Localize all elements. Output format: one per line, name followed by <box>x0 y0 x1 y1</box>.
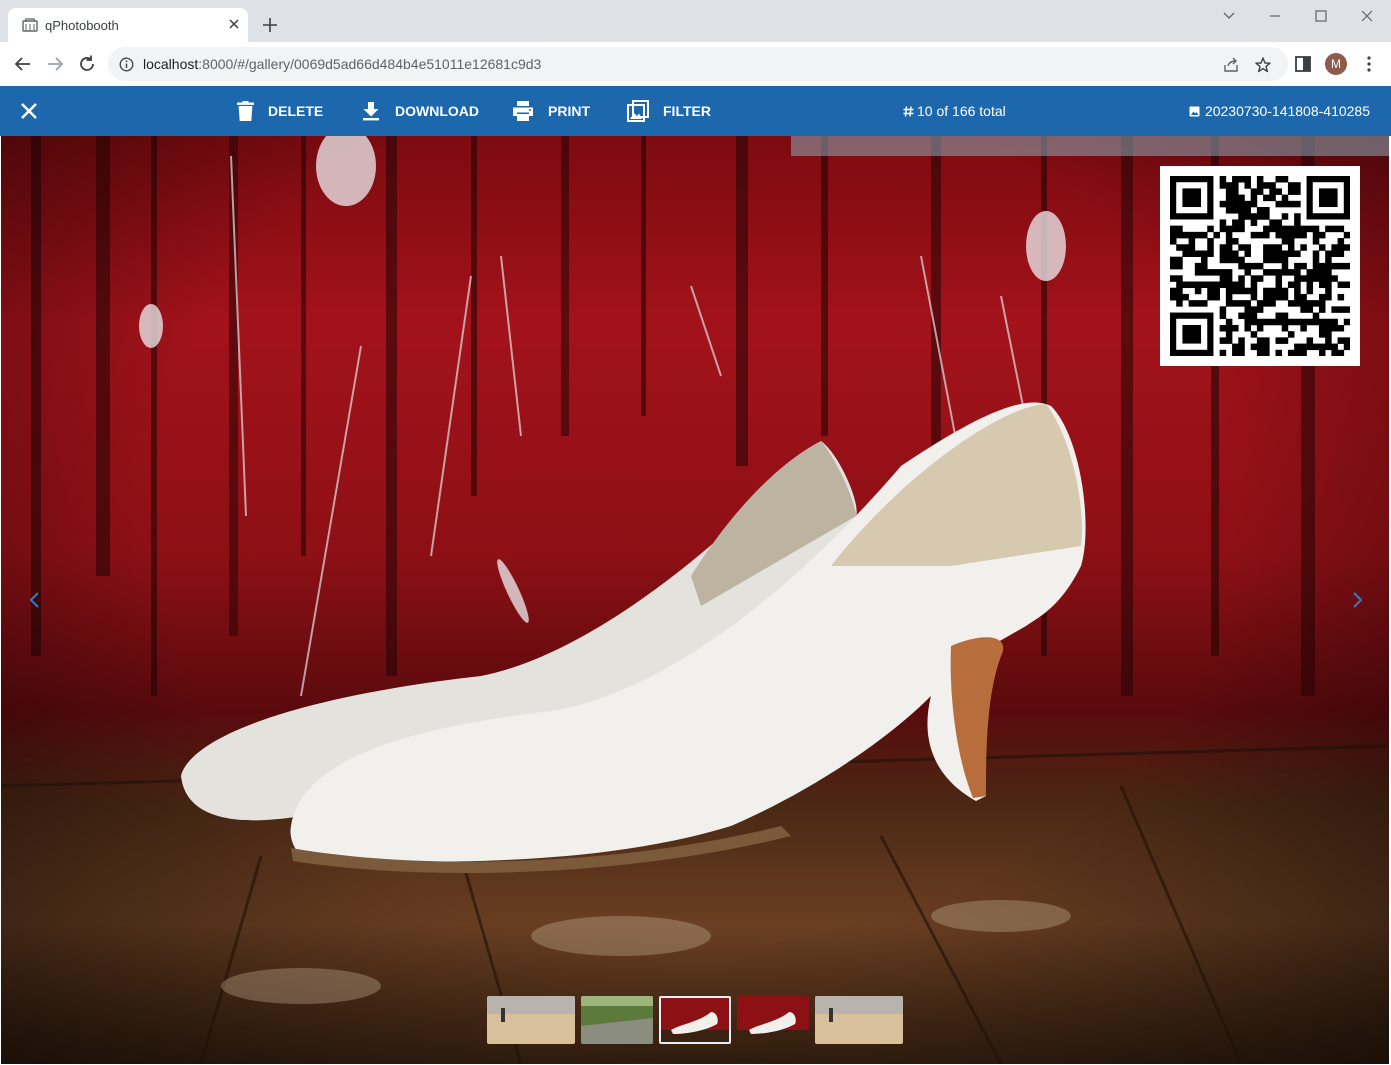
next-image-chevron-icon[interactable] <box>1349 589 1365 611</box>
thumbnail-item-active[interactable] <box>659 996 731 1044</box>
filename-text: 20230730-141808-410285 <box>1204 103 1370 119</box>
previous-image-chevron-icon[interactable] <box>27 589 43 611</box>
hash-icon <box>903 105 914 117</box>
print-label: PRINT <box>548 103 590 119</box>
tab-close-icon[interactable] <box>226 16 242 32</box>
printer-icon <box>513 101 533 121</box>
qr-code[interactable] <box>1160 166 1360 366</box>
photobooth-favicon-icon <box>22 18 38 32</box>
reload-icon[interactable] <box>76 53 98 75</box>
thumbnail-image <box>487 996 575 1044</box>
side-panel-icon[interactable] <box>1293 54 1313 74</box>
download-label: DOWNLOAD <box>395 103 479 119</box>
browser-toolbar: localhost:8000/#/gallery/0069d5ad66d484b… <box>0 42 1391 86</box>
delete-button[interactable]: DELETE <box>237 86 323 136</box>
forward-arrow-icon[interactable] <box>44 53 66 75</box>
back-arrow-icon[interactable] <box>12 53 34 75</box>
tab-search-chevron-icon[interactable] <box>1216 6 1242 26</box>
filter-label: FILTER <box>663 103 711 119</box>
maximize-icon[interactable] <box>1308 6 1334 26</box>
thumbnail-item[interactable] <box>581 996 653 1044</box>
browser-menu-icon[interactable] <box>1359 54 1379 74</box>
qr-pattern <box>1170 176 1350 356</box>
url-path: :8000/#/gallery/0069d5ad66d484b4e51011e1… <box>198 56 542 72</box>
delete-label: DELETE <box>268 103 324 119</box>
site-info-icon[interactable] <box>119 57 134 72</box>
image-icon <box>1189 106 1200 116</box>
image-counter: 10 of 166 total <box>903 103 1006 119</box>
thumbnail-image <box>661 998 729 1042</box>
address-bar[interactable]: localhost:8000/#/gallery/0069d5ad66d484b… <box>108 47 1288 81</box>
profile-avatar[interactable]: M <box>1325 53 1347 75</box>
share-icon[interactable] <box>1222 56 1240 74</box>
tab-title: qPhotobooth <box>45 18 119 33</box>
url-text: localhost:8000/#/gallery/0069d5ad66d484b… <box>143 56 541 72</box>
close-icon[interactable] <box>18 100 40 122</box>
new-tab-icon[interactable] <box>260 15 280 35</box>
download-icon <box>363 102 379 121</box>
browser-tab[interactable]: qPhotobooth <box>8 8 248 42</box>
thumbnail-image <box>815 996 903 1044</box>
thumbnail-image <box>581 996 653 1044</box>
bookmark-star-icon[interactable] <box>1254 56 1272 74</box>
download-button[interactable]: DOWNLOAD <box>361 86 479 136</box>
thumbnail-item[interactable] <box>815 996 903 1044</box>
gallery-appbar: DELETE DOWNLOAD PRINT FILTER 10 of 166 t… <box>0 86 1391 136</box>
thumbnail-item[interactable] <box>487 996 575 1044</box>
window-close-icon[interactable] <box>1354 6 1380 26</box>
photo-viewer <box>1 136 1389 1064</box>
trash-icon <box>237 101 254 121</box>
browser-tabstrip: qPhotobooth <box>0 0 1391 42</box>
filter-button[interactable]: FILTER <box>627 86 711 136</box>
url-host: localhost <box>143 56 199 72</box>
image-filter-icon <box>627 100 649 122</box>
thumbnail-item[interactable] <box>737 996 809 1044</box>
thumbnail-strip <box>487 996 903 1046</box>
image-filename: 20230730-141808-410285 <box>1189 103 1370 119</box>
print-button[interactable]: PRINT <box>512 86 590 136</box>
thumbnail-image <box>737 996 809 1044</box>
minimize-icon[interactable] <box>1262 6 1288 26</box>
counter-text: 10 of 166 total <box>917 103 1006 119</box>
